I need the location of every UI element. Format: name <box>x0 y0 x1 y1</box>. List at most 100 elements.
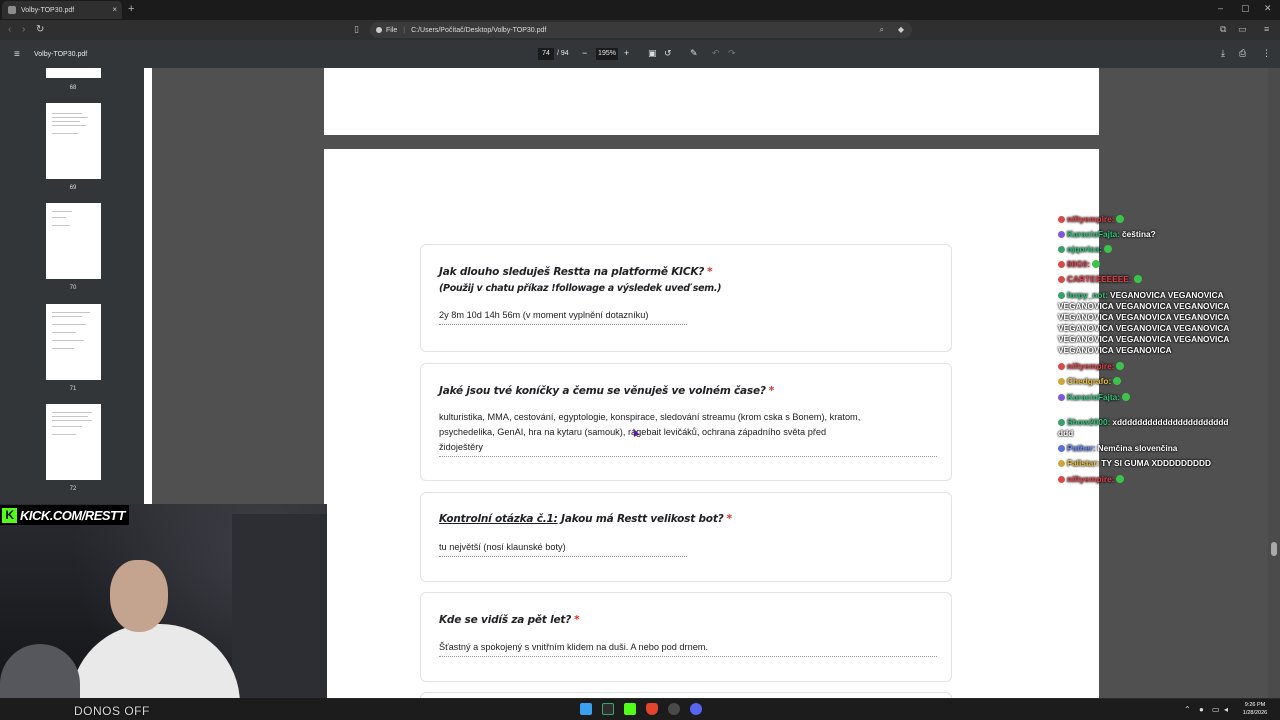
chat-text: VEGANOVICA VEGANOVICA <box>1110 290 1224 300</box>
required-mark: * <box>707 266 713 278</box>
chat-message: Pather: Nemčina slovenčina <box>1058 443 1258 454</box>
question-hint: (Použij v chatu příkaz !followage a výsl… <box>439 283 722 294</box>
chat-username[interactable]: niftyempire: <box>1067 474 1114 484</box>
sidebar-divider[interactable] <box>144 68 152 504</box>
volume-icon[interactable]: ◂ <box>1224 705 1228 714</box>
chat-text: Nemčina slovenčina <box>1097 443 1178 453</box>
shield-icon[interactable]: ◆ <box>898 25 904 34</box>
sidebar-menu-icon[interactable]: ≡ <box>14 49 20 60</box>
pdf-filename: Volby-TOP30.pdf <box>34 51 88 58</box>
zoom-lens-icon[interactable]: ⌕ <box>880 25 884 35</box>
chat-text: VEGANOVICA VEGANOVICA <box>1058 345 1172 355</box>
url-input[interactable]: File | C:/Users/Počítač/Desktop/Volby-TO… <box>370 22 912 38</box>
zoom-out-button[interactable]: − <box>582 48 587 58</box>
question-text: Jakou má Restt velikost bot? <box>557 513 724 525</box>
brave-browser-icon[interactable] <box>646 703 658 715</box>
chat-username[interactable]: Show2000: <box>1067 417 1110 427</box>
chat-message: ddd <box>1058 428 1258 439</box>
maximize-icon[interactable]: ▢ <box>1241 3 1250 14</box>
minimize-icon[interactable]: – <box>1218 3 1223 13</box>
page-number-input[interactable]: 74 <box>538 48 554 60</box>
network-icon[interactable]: ▭ <box>1212 705 1220 714</box>
bookmark-icon[interactable]: ▯ <box>354 24 359 35</box>
discord-icon[interactable] <box>690 703 702 715</box>
clock-time: 9:26 PM <box>1244 702 1266 708</box>
site-info-icon[interactable] <box>376 27 382 33</box>
chat-username[interactable]: Chedgrafo: <box>1067 376 1111 386</box>
question-five-years: Kde se vidíš za pět let? * <box>439 614 580 626</box>
reload-icon[interactable]: ↻ <box>36 24 44 35</box>
question-followage: Jak dlouho sleduješ Restta na platformě … <box>439 266 713 278</box>
obs-icon[interactable] <box>668 703 680 715</box>
mic-icon[interactable]: ● <box>1199 705 1204 714</box>
chat-username[interactable]: forpy_not: <box>1067 290 1108 300</box>
download-icon[interactable]: ⤓ <box>1221 48 1225 59</box>
chat-username[interactable]: ojqorica: <box>1067 244 1102 254</box>
extensions-icon[interactable]: ⧉ <box>1220 24 1226 35</box>
chat-badge-icon <box>1058 419 1065 426</box>
undo-icon[interactable]: ↶ <box>712 48 720 59</box>
chat-message: CARTEEEEEEE: <box>1058 274 1258 285</box>
print-icon[interactable]: ⎙ <box>1239 48 1246 59</box>
answer-line: psychedelika, GenAI, hra na kytaru (samo… <box>439 427 827 437</box>
thumbnail-number: 71 <box>69 386 77 392</box>
chat-message: 80G0: <box>1058 259 1258 270</box>
thumbnail-number: 69 <box>69 185 77 191</box>
question-text: Kde se vidíš za pět let? <box>439 614 572 626</box>
page-total: / 94 <box>557 50 569 57</box>
chat-username[interactable]: niftyempire: <box>1067 214 1114 224</box>
more-options-icon[interactable]: ⋮ <box>1262 48 1271 59</box>
chat-username[interactable]: KuracioFajta: <box>1067 229 1120 239</box>
zoom-in-button[interactable]: + <box>624 48 629 58</box>
thumbnail-number: 70 <box>69 285 77 291</box>
chat-message: niftyempire: <box>1058 361 1258 372</box>
thumbnail-page[interactable] <box>46 404 101 480</box>
zoom-input[interactable]: 195% <box>596 48 618 60</box>
back-icon[interactable]: ‹ <box>8 24 11 35</box>
chat-username[interactable]: Fallstar: <box>1067 458 1099 468</box>
chat-username[interactable]: KuracioFajta: <box>1067 392 1120 402</box>
thumbnail-page[interactable] <box>46 68 101 78</box>
new-tab-button[interactable]: + <box>128 3 134 15</box>
chat-username[interactable]: CARTEEEEEEE: <box>1067 274 1132 284</box>
start-icon[interactable] <box>580 703 592 715</box>
kick-logo-icon: K <box>2 507 17 523</box>
chat-badge-icon <box>1058 363 1065 370</box>
tab-volby-pdf[interactable]: Volby-TOP30.pdf × <box>2 1 122 19</box>
thumbnail-sidebar: 68 69 70 71 72 <box>0 68 146 504</box>
chat-text: VEGANOVICA VEGANOVICA VEGANOVICA <box>1058 323 1230 333</box>
kick-app-icon[interactable] <box>624 703 636 715</box>
chat-username[interactable]: 80G0: <box>1067 259 1090 269</box>
close-window-icon[interactable]: ✕ <box>1264 3 1272 14</box>
thumbnail-page[interactable] <box>46 103 101 179</box>
tray-chevron-icon[interactable]: ⌃ <box>1184 705 1191 714</box>
chat-message: KuracioFajta: <box>1058 392 1258 403</box>
rotate-icon[interactable]: ↺ <box>664 48 672 59</box>
chat-message: Show2000: xdddddddddddddddddddddd <box>1058 417 1258 428</box>
answer-followage: 2y 8m 10d 14h 56m (v moment vyplnění dot… <box>439 308 687 325</box>
chat-username[interactable]: niftyempire: <box>1067 361 1114 371</box>
wallet-icon[interactable]: ▭ <box>1238 24 1247 35</box>
menu-icon[interactable]: ≡ <box>1264 24 1269 34</box>
scrollbar-thumb[interactable] <box>1271 542 1277 556</box>
taskbar-surface <box>327 698 1280 720</box>
pdf-toolbar: ≡ Volby-TOP30.pdf 74 / 94 − 195% + ▣ ↺ ✎… <box>0 40 1280 68</box>
vertical-scrollbar[interactable] <box>1268 68 1280 698</box>
taskbar-clock[interactable]: 9:26 PM 1/28/2026 <box>1240 701 1270 717</box>
chat-message: Fallstar: TY SI GUMA XDDDDDDDDD <box>1058 458 1258 469</box>
excel-icon[interactable] <box>602 703 614 715</box>
thumbnail-page[interactable] <box>46 304 101 380</box>
forward-icon[interactable]: › <box>22 24 25 35</box>
redo-icon[interactable]: ↷ <box>728 48 736 59</box>
tab-close-icon[interactable]: × <box>112 5 117 14</box>
pdf-favicon-icon <box>8 6 16 14</box>
question-hobbies: Jaké jsou tvé koníčky a čemu se věnuješ … <box>439 385 774 397</box>
chat-text: TY SI GUMA XDDDDDDDDD <box>1101 458 1211 468</box>
required-mark: * <box>726 513 733 525</box>
chat-username[interactable]: Pather: <box>1067 443 1096 453</box>
chat-message: VEGANOVICA VEGANOVICA VEGANOVICA <box>1058 323 1258 334</box>
draw-icon[interactable]: ✎ <box>690 48 698 59</box>
thumbnail-page[interactable] <box>46 203 101 279</box>
answer-five-years: Šťastný a spokojený s vnitřním klidem na… <box>439 640 937 657</box>
fit-page-icon[interactable]: ▣ <box>648 48 657 59</box>
